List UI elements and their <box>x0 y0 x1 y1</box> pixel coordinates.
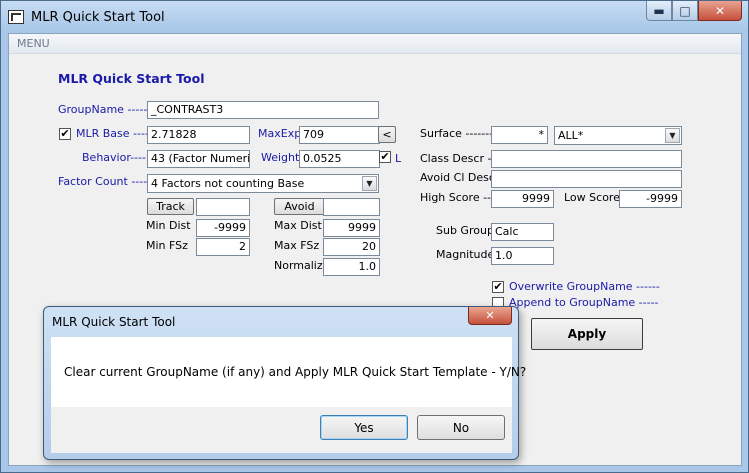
surface-select-value: ALL* <box>558 129 584 142</box>
min-dist-input[interactable]: -9999 <box>196 219 250 237</box>
weight-checkbox[interactable]: ✔ <box>379 151 391 163</box>
behavior-label: Behavior---- <box>82 151 147 164</box>
minimize-icon: ▬ <box>653 3 665 18</box>
max-fsz-label: Max FSz <box>274 239 320 252</box>
window-title: MLR Quick Start Tool <box>31 10 165 25</box>
track-button[interactable]: Track <box>147 198 194 215</box>
yes-button[interactable]: Yes <box>320 415 408 440</box>
group-name-label: GroupName ------ <box>58 103 152 116</box>
group-name-input[interactable]: _CONTRAST3 <box>147 101 379 119</box>
weight-suffix-label: L <box>395 152 402 165</box>
avoid-button[interactable]: Avoid <box>274 198 325 215</box>
mlr-base-input[interactable]: 2.71828 <box>147 126 250 144</box>
avoid-cl-descr-input[interactable] <box>491 170 682 188</box>
no-button[interactable]: No <box>417 415 505 440</box>
factor-count-label: Factor Count ---- <box>58 175 148 188</box>
track-input[interactable] <box>196 198 250 216</box>
max-exp-arrow-button[interactable]: < <box>378 126 396 143</box>
mlr-base-label: MLR Base ---- <box>76 127 149 140</box>
high-score-input[interactable]: 9999 <box>491 190 554 208</box>
weight-input[interactable]: 0.0525 <box>299 150 380 168</box>
max-exp-input[interactable]: 709 <box>299 126 380 144</box>
weight-label: Weight <box>261 151 300 164</box>
max-exp-label: MaxExp <box>258 127 302 140</box>
close-icon: ✕ <box>714 3 726 18</box>
low-score-label: Low Score <box>564 191 620 204</box>
menu-item-menu[interactable]: MENU <box>17 37 50 50</box>
magnitude-label: Magnitude <box>436 248 495 261</box>
max-dist-input[interactable]: 9999 <box>323 219 380 237</box>
dialog-close-button[interactable]: ✕ <box>468 307 512 325</box>
apply-button[interactable]: Apply <box>531 318 643 350</box>
title-bar[interactable]: MLR Quick Start Tool ▬ □ ✕ <box>1 1 748 33</box>
surface-label: Surface -------- <box>420 127 498 140</box>
class-descr-label: Class Descr --- <box>420 152 500 165</box>
normalize-input[interactable]: 1.0 <box>323 258 380 276</box>
maximize-button[interactable]: □ <box>672 1 698 21</box>
min-dist-label: Min Dist <box>146 219 191 232</box>
sub-group-input[interactable]: Calc <box>491 223 554 241</box>
low-score-input[interactable]: -9999 <box>619 190 682 208</box>
append-label: Append to GroupName ----- <box>509 296 659 309</box>
avoid-input[interactable] <box>323 198 380 216</box>
dialog-body: Clear current GroupName (if any) and App… <box>51 337 526 407</box>
chevron-down-icon: ▼ <box>362 176 377 191</box>
dialog-message: Clear current GroupName (if any) and App… <box>64 365 527 379</box>
max-fsz-input[interactable]: 20 <box>323 238 380 256</box>
maximize-icon: □ <box>679 3 691 18</box>
overwrite-label: Overwrite GroupName ------ <box>509 280 660 293</box>
surface-input[interactable]: * <box>491 126 548 144</box>
factor-count-value: 4 Factors not counting Base <box>151 177 305 190</box>
avoid-cl-descr-label: Avoid Cl Descr <box>420 171 500 184</box>
mlr-base-checkbox[interactable]: ✔ <box>59 128 71 140</box>
normalize-label: Normalize <box>274 259 330 272</box>
confirm-dialog: MLR Quick Start Tool ✕ Clear current Gro… <box>43 306 526 460</box>
min-fsz-input[interactable]: 2 <box>196 238 250 256</box>
overwrite-checkbox[interactable]: ✔ <box>492 281 504 293</box>
class-descr-input[interactable] <box>491 150 682 168</box>
close-icon: ✕ <box>485 309 495 322</box>
main-window: MLR Quick Start Tool ▬ □ ✕ MENU MLR Quic… <box>0 0 749 473</box>
sub-group-label: Sub Group <box>436 224 494 237</box>
factor-count-select[interactable]: 4 Factors not counting Base ▼ <box>147 174 379 193</box>
surface-select[interactable]: ALL* ▼ <box>554 126 682 145</box>
form-heading: MLR Quick Start Tool <box>58 71 205 86</box>
chevron-down-icon: ▼ <box>665 128 680 143</box>
window-controls: ▬ □ ✕ <box>646 1 742 23</box>
behavior-input[interactable]: 43 (Factor Numeric V <box>147 150 250 168</box>
close-button[interactable]: ✕ <box>698 1 742 21</box>
max-dist-label: Max Dist <box>274 219 322 232</box>
minimize-button[interactable]: ▬ <box>646 1 672 21</box>
dialog-footer: Yes No <box>51 407 512 453</box>
menu-bar: MENU <box>9 34 741 54</box>
dialog-title: MLR Quick Start Tool <box>52 315 176 329</box>
app-icon <box>8 10 24 24</box>
high-score-label: High Score ---- <box>420 191 499 204</box>
magnitude-input[interactable]: 1.0 <box>491 247 554 265</box>
min-fsz-label: Min FSz <box>146 239 188 252</box>
